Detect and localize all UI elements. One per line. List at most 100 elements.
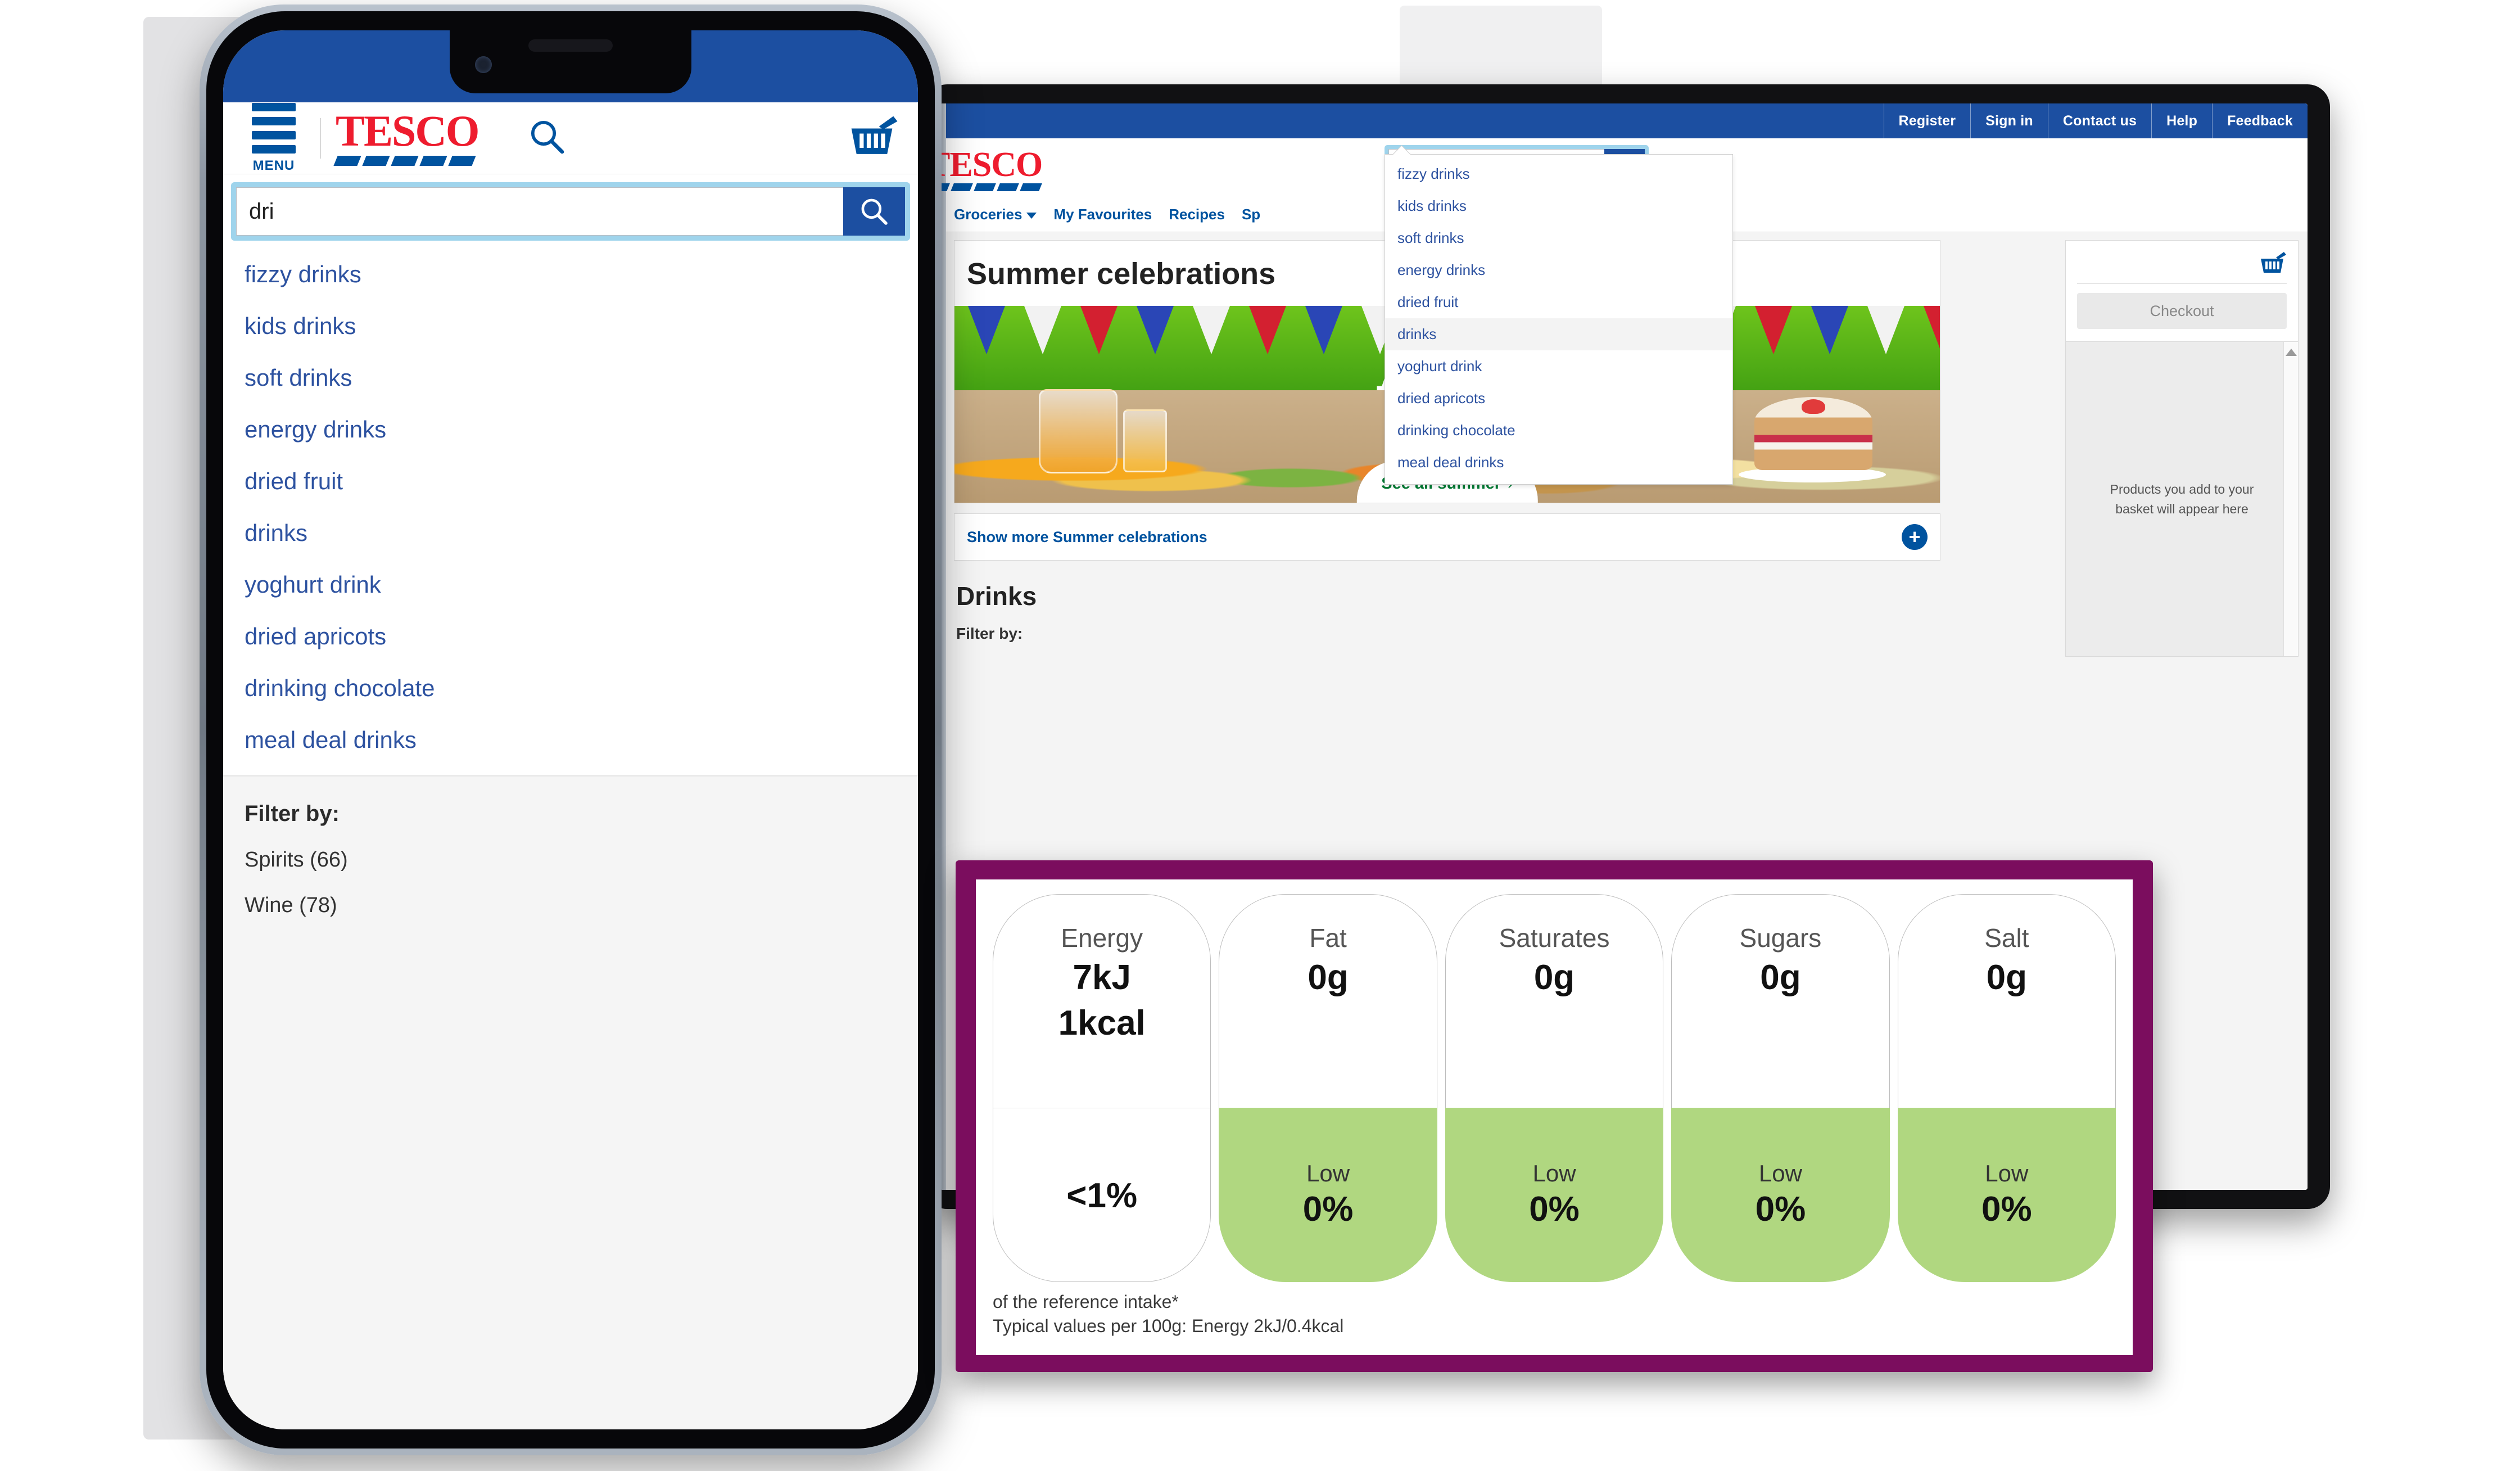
nav-groceries-label: Groceries bbox=[954, 206, 1023, 223]
menu-label: MENU bbox=[252, 157, 295, 173]
nutrition-saturates-bottom: Low 0% bbox=[1445, 1107, 1664, 1282]
filter-item-wine[interactable]: Wine (78) bbox=[245, 894, 897, 918]
show-more-summer-celebrations[interactable]: Show more Summer celebrations + bbox=[954, 513, 1940, 561]
section-heading-drinks: Drinks bbox=[956, 581, 1037, 611]
screenshot-stage: Register Sign in Contact us Help Feedbac… bbox=[0, 0, 2520, 1471]
tablet-utility-bar: Register Sign in Contact us Help Feedbac… bbox=[946, 103, 2308, 138]
suggestion-drinks[interactable]: drinks bbox=[223, 507, 918, 559]
search-icon bbox=[861, 198, 888, 225]
nutrition-energy-value-kcal: 1kcal bbox=[1058, 1003, 1146, 1043]
link-feedback[interactable]: Feedback bbox=[2212, 103, 2308, 138]
nav-groceries[interactable]: Groceries bbox=[954, 206, 1037, 223]
header-divider bbox=[320, 118, 321, 159]
link-register[interactable]: Register bbox=[1883, 103, 1971, 138]
nutrition-fat-bottom: Low 0% bbox=[1219, 1107, 1437, 1282]
search-input[interactable]: dri bbox=[236, 187, 843, 236]
nutrition-fat-percent: 0% bbox=[1302, 1190, 1354, 1229]
nutrition-sugars-label: Sugars bbox=[1739, 923, 1822, 953]
tesco-logo-stripes bbox=[333, 155, 478, 166]
phone-header: MENU TESCO bbox=[223, 102, 918, 174]
plus-icon[interactable]: + bbox=[1902, 524, 1928, 550]
phone-device: MENU TESCO dri fizzy drinks kids drinks … bbox=[200, 4, 942, 1455]
phone-filter-by-label: Filter by: bbox=[245, 801, 340, 826]
tesco-logo-text: TESCO bbox=[336, 106, 479, 156]
nutrition-salt-percent: 0% bbox=[1981, 1190, 2032, 1229]
suggestion-dried-fruit[interactable]: dried fruit bbox=[1385, 286, 1732, 318]
nutrition-column-energy: Energy 7kJ 1kcal <1% bbox=[993, 894, 1211, 1282]
nutrition-sugars-percent: 0% bbox=[1755, 1190, 1806, 1229]
tesco-logo[interactable]: TESCO bbox=[940, 147, 1075, 191]
nutrition-saturates-label: Saturates bbox=[1499, 923, 1610, 953]
header-basket-button[interactable] bbox=[845, 114, 899, 162]
checkout-label: Checkout bbox=[2150, 302, 2214, 319]
checkout-button[interactable]: Checkout bbox=[2077, 293, 2287, 329]
nutrition-saturates-value: 0g bbox=[1533, 958, 1575, 997]
scroll-up-arrow-icon[interactable] bbox=[2285, 349, 2297, 356]
suggestion-soft-drinks[interactable]: soft drinks bbox=[223, 352, 918, 404]
nutrition-sugars-level: Low bbox=[1758, 1160, 1802, 1187]
search-input-value: dri bbox=[249, 198, 274, 224]
suggestion-drinking-chocolate[interactable]: drinking chocolate bbox=[1385, 414, 1732, 446]
nutrition-salt-bottom: Low 0% bbox=[1897, 1107, 2116, 1282]
search-button[interactable] bbox=[843, 187, 905, 236]
nutrition-salt-label: Salt bbox=[1984, 923, 2029, 953]
nutrition-energy-bottom: <1% bbox=[993, 1107, 1211, 1282]
suggestion-kids-drinks[interactable]: kids drinks bbox=[1385, 190, 1732, 222]
suggestion-energy-drinks[interactable]: energy drinks bbox=[1385, 254, 1732, 286]
suggestion-meal-deal-drinks[interactable]: meal deal drinks bbox=[223, 714, 918, 766]
nutrition-footnote-2: Typical values per 100g: Energy 2kJ/0.4k… bbox=[993, 1315, 1344, 1336]
nutrition-footnote-1: of the reference intake* bbox=[993, 1292, 1179, 1312]
suggestion-yoghurt-drink[interactable]: yoghurt drink bbox=[1385, 350, 1732, 382]
nutrition-column-salt: Salt 0g Low 0% bbox=[1897, 894, 2116, 1282]
suggestion-dried-apricots[interactable]: dried apricots bbox=[223, 611, 918, 662]
suggestion-drinking-chocolate[interactable]: drinking chocolate bbox=[223, 662, 918, 714]
tesco-logo-stripes bbox=[940, 183, 1075, 191]
nutrition-fat-top: Fat 0g bbox=[1219, 894, 1437, 1108]
suggestion-soft-drinks[interactable]: soft drinks bbox=[1385, 222, 1732, 254]
nutrition-energy-top: Energy 7kJ 1kcal bbox=[993, 894, 1211, 1108]
suggestion-drinks[interactable]: drinks bbox=[1385, 318, 1732, 350]
nutrition-columns: Energy 7kJ 1kcal <1% Fat 0g Low 0% Satur… bbox=[993, 894, 2116, 1282]
nutrition-energy-label: Energy bbox=[1061, 923, 1143, 953]
nutrition-column-sugars: Sugars 0g Low 0% bbox=[1671, 894, 1890, 1282]
phone-search-container: dri bbox=[231, 182, 910, 241]
suggestion-meal-deal-drinks[interactable]: meal deal drinks bbox=[1385, 446, 1732, 479]
basket-scrollbar[interactable] bbox=[2283, 342, 2298, 656]
nutrition-salt-value: 0g bbox=[1986, 958, 2027, 997]
nutrition-fat-label: Fat bbox=[1309, 923, 1347, 953]
basket-sidebar: Checkout Products you add to your basket… bbox=[2065, 240, 2299, 657]
tesco-logo-text: TESCO bbox=[940, 146, 1043, 184]
nutrition-salt-top: Salt 0g bbox=[1897, 894, 2116, 1108]
nav-recipes[interactable]: Recipes bbox=[1169, 206, 1225, 223]
nav-my-favourites[interactable]: My Favourites bbox=[1053, 206, 1152, 223]
suggestion-energy-drinks[interactable]: energy drinks bbox=[223, 404, 918, 455]
suggestion-yoghurt-drink[interactable]: yoghurt drink bbox=[223, 559, 918, 611]
nutrition-energy-value-kj: 7kJ bbox=[1073, 958, 1131, 997]
basket-icon[interactable] bbox=[2257, 251, 2287, 276]
filter-item-spirits[interactable]: Spirits (66) bbox=[245, 848, 897, 872]
nutrition-column-fat: Fat 0g Low 0% bbox=[1219, 894, 1437, 1282]
search-icon bbox=[531, 120, 564, 154]
suggestion-fizzy-drinks[interactable]: fizzy drinks bbox=[223, 249, 918, 300]
header-search-button[interactable] bbox=[527, 116, 567, 160]
suggestion-kids-drinks[interactable]: kids drinks bbox=[223, 300, 918, 352]
banner-cake bbox=[1754, 397, 1872, 470]
banner-jug bbox=[1039, 389, 1118, 473]
nav-special[interactable]: Sp bbox=[1242, 206, 1260, 223]
link-contact-us[interactable]: Contact us bbox=[2047, 103, 2151, 138]
link-sign-in[interactable]: Sign in bbox=[1970, 103, 2048, 138]
chevron-down-icon bbox=[1026, 212, 1037, 219]
suggestion-dried-apricots[interactable]: dried apricots bbox=[1385, 382, 1732, 414]
nutrition-energy-percent: <1% bbox=[1066, 1176, 1138, 1216]
phone-filter-section: Filter by: Spirits (66) Wine (78) bbox=[223, 777, 918, 1429]
link-help[interactable]: Help bbox=[2151, 103, 2212, 138]
nutrition-saturates-percent: 0% bbox=[1529, 1190, 1580, 1229]
phone-autosuggest-list: fizzy drinks kids drinks soft drinks ene… bbox=[223, 241, 918, 766]
suggestion-fizzy-drinks[interactable]: fizzy drinks bbox=[1385, 158, 1732, 190]
menu-button[interactable]: MENU bbox=[242, 102, 305, 174]
show-more-label: Show more Summer celebrations bbox=[967, 528, 1207, 545]
tesco-logo[interactable]: TESCO bbox=[333, 106, 479, 166]
suggestion-dried-fruit[interactable]: dried fruit bbox=[223, 455, 918, 507]
nutrition-card-inner: Energy 7kJ 1kcal <1% Fat 0g Low 0% Satur… bbox=[976, 879, 2133, 1355]
basket-empty-message: Products you add to your basket will app… bbox=[2110, 482, 2254, 516]
